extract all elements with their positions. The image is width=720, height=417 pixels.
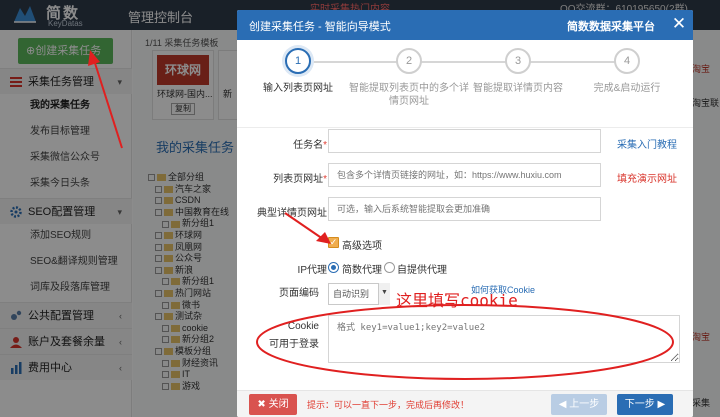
step-number: 3 [505,48,531,74]
close-icon: ✖ [257,399,269,410]
close-button-label: 关闭 [268,399,289,410]
proxy-radio-custom[interactable] [384,262,395,273]
list-url-input[interactable] [328,163,601,187]
step-label: 输入列表页网址 [263,83,333,94]
encoding-label: 页面编码 [279,288,319,299]
proxy-option-keydatas[interactable]: 简数代理 [342,261,382,276]
step-number: 1 [285,48,311,74]
dialog-brand: 简数数据采集平台 [567,21,655,33]
step-number: 2 [396,48,422,74]
proxy-radio-keydatas[interactable] [328,262,339,273]
dialog-footer: ✖ 关闭 提示：可以一直下一步，完成后再修改！ ◀ 上一步 下一步 ▶ [237,390,693,417]
detail-url-input[interactable] [328,197,601,221]
create-task-dialog: 创建采集任务 - 智能向导模式 简数数据采集平台 ✕ 1 输入列表页网址 2 智… [237,10,693,417]
next-button-label: 下一步 [624,399,655,410]
cookie-textarea[interactable] [328,315,680,363]
task-name-input[interactable] [328,129,601,153]
arrow-left-icon: ◀ [558,399,570,410]
close-button[interactable]: ✖ 关闭 [249,394,297,415]
close-icon[interactable]: ✕ [670,13,688,35]
footer-tip: 提示：可以一直下一步，完成后再修改！ [307,400,470,410]
step-label: 智能提取详情页内容 [473,83,563,94]
detail-url-label: 典型详情页网址 [257,208,327,219]
label-text: 任务名 [293,140,324,151]
proxy-option-custom[interactable]: 自提供代理 [397,261,447,276]
step-label: 完成&启动运行 [593,83,661,94]
task-name-label: 任务名* [237,136,327,151]
step-3: 3 智能提取详情页内容 [458,48,578,95]
cookie-sub-label: 可用于登录 [269,339,319,350]
advanced-options-checkbox[interactable]: ✓ [328,237,339,248]
previous-button-label: 上一步 [569,399,600,410]
dialog-title: 创建采集任务 - 智能向导模式 [249,21,391,33]
tutorial-link[interactable]: 采集入门教程 [617,136,677,151]
next-button[interactable]: 下一步 ▶ [617,394,673,415]
label-text: 列表页网址 [273,174,324,185]
advanced-options-label[interactable]: 高级选项 [342,237,382,252]
required-mark: * [323,140,327,151]
step-label: 智能提取列表页中的多个详情页网址 [349,83,469,107]
ip-proxy-label: IP代理 [297,265,327,276]
cookie-label: Cookie [287,321,319,332]
annotation-text: 这里填写cookie [396,291,518,310]
list-url-label: 列表页网址* [237,170,327,185]
dialog-header: 创建采集任务 - 智能向导模式 简数数据采集平台 ✕ [237,10,693,40]
wizard-steps: 1 输入列表页网址 2 智能提取列表页中的多个详情页网址 3 智能提取详情页内容… [237,40,693,128]
step-1: 1 输入列表页网址 [238,48,358,95]
demo-url-link[interactable]: 填充演示网址 [617,170,677,185]
previous-button[interactable]: ◀ 上一步 [551,394,607,415]
required-mark: * [323,174,327,185]
arrow-right-icon: ▶ [654,399,666,410]
chevron-down-icon[interactable]: ▼ [378,283,390,305]
step-4: 4 完成&启动运行 [567,48,687,95]
step-2: 2 智能提取列表页中的多个详情页网址 [349,48,469,108]
step-number: 4 [614,48,640,74]
